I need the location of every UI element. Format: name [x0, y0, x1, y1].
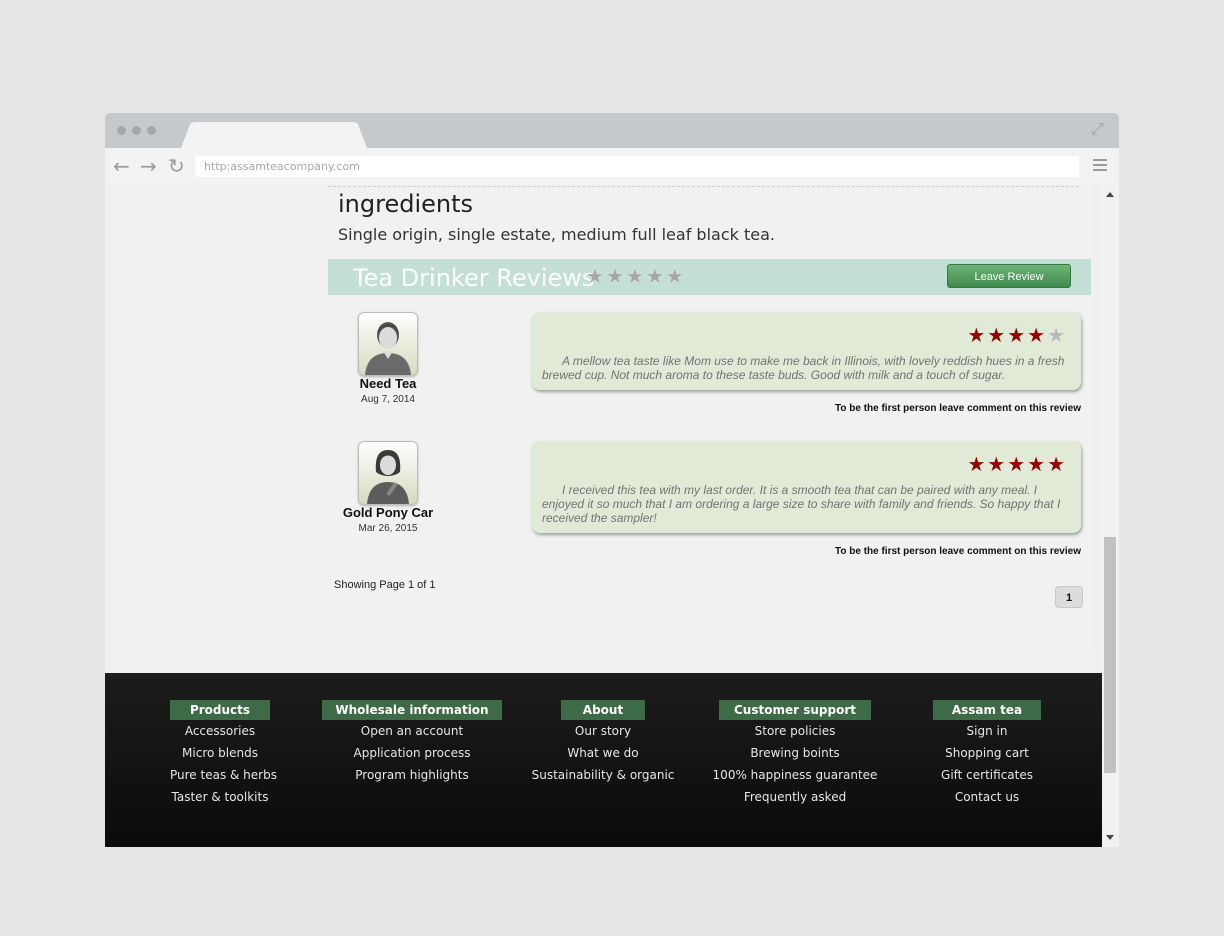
arrow-left-icon[interactable]: ← — [113, 156, 130, 176]
star-icon: ★ — [665, 264, 684, 288]
scroll-up-icon[interactable] — [1106, 192, 1114, 197]
vertical-scrollbar[interactable] — [1102, 184, 1119, 847]
star-icon: ★ — [1027, 323, 1046, 347]
footer-link[interactable]: Brewing boints — [710, 742, 880, 764]
review-bubble: ★ ★ ★ ★ ★ A mellow tea taste like Mom use to… — [532, 312, 1081, 390]
scrollbar-thumb[interactable] — [1104, 537, 1116, 773]
reviewer-name: Need Tea — [359, 376, 417, 391]
footer-heading: About — [561, 700, 645, 720]
footer-heading: Products — [170, 700, 270, 720]
comment-link[interactable]: To be the first person leave comment on … — [835, 403, 1081, 414]
address-bar[interactable]: http:assamteacompany.com — [195, 156, 1079, 177]
footer-link[interactable]: Open an account — [322, 720, 502, 742]
footer-link[interactable]: Taster & toolkits — [170, 786, 270, 808]
navigation-bar: ← → ↻ http:assamteacompany.com — [105, 148, 1119, 184]
browser-tab[interactable] — [181, 122, 367, 148]
footer-heading: Customer support — [719, 700, 871, 720]
male-user-icon — [358, 312, 418, 376]
footer-link[interactable]: Gift certificates — [927, 764, 1047, 786]
title-bar: ⤢ — [105, 113, 1119, 148]
female-user-icon — [358, 441, 418, 505]
page-1-button[interactable]: 1 — [1055, 586, 1083, 608]
footer-link[interactable]: What we do — [523, 742, 683, 764]
review-date: Aug 7, 2014 — [361, 394, 415, 405]
star-icon: ★ — [1007, 323, 1026, 347]
footer-link[interactable]: Application process — [322, 742, 502, 764]
review-rating: ★ ★ ★ ★ ★ — [967, 325, 1067, 347]
footer-heading: Assam tea — [933, 700, 1041, 720]
footer-heading: Wholesale information — [322, 700, 502, 720]
window-dot — [132, 126, 141, 135]
footer-link[interactable]: Pure teas & herbs — [170, 764, 277, 786]
footer-column-assam: Assam tea Sign in Shopping cart Gift cer… — [927, 700, 1047, 808]
site-footer: Products Accessories Micro blends Pure t… — [105, 673, 1102, 847]
footer-link[interactable]: Sign in — [927, 720, 1047, 742]
reload-icon[interactable]: ↻ — [168, 156, 185, 176]
star-icon: ★ — [1047, 452, 1065, 476]
footer-link[interactable]: Our story — [523, 720, 683, 742]
footer-link[interactable]: Micro blends — [170, 742, 270, 764]
star-icon: ★ — [1047, 323, 1065, 347]
star-icon: ★ — [1007, 452, 1026, 476]
review-bubble: ★ ★ ★ ★ ★ I received this tea with my last o… — [532, 441, 1081, 533]
window-dot — [117, 126, 126, 135]
star-icon: ★ — [987, 323, 1006, 347]
reviews-header: Tea Drinker Reviews ★ ★ ★ ★ ★ Leave Review — [328, 259, 1091, 295]
page-viewport: ingredients Single origin, single estate… — [105, 184, 1119, 847]
footer-link[interactable]: 100% happiness guarantee — [710, 764, 880, 786]
footer-column-wholesale: Wholesale information Open an account Ap… — [322, 700, 502, 786]
expand-icon[interactable]: ⤢ — [1091, 122, 1107, 138]
ingredients-text: Single origin, single estate, medium ful… — [338, 225, 775, 244]
star-icon: ★ — [987, 452, 1006, 476]
reviews-title: Tea Drinker Reviews — [353, 264, 595, 292]
star-icon: ★ — [967, 323, 986, 347]
star-icon: ★ — [586, 264, 604, 288]
reviewer-name: Gold Pony Car — [342, 505, 434, 520]
footer-column-support: Customer support Store policies Brewing … — [710, 700, 880, 808]
browser-window: ⤢ ← → ↻ http:assamteacompany.com ingredi… — [105, 113, 1119, 847]
review-text: A mellow tea taste like Mom use to make … — [542, 354, 1065, 382]
star-icon: ★ — [1027, 452, 1046, 476]
footer-link[interactable]: Sustainability & organic — [523, 764, 683, 786]
footer-link[interactable]: Program highlights — [322, 764, 502, 786]
review-text: I received this tea with my last order. … — [542, 483, 1061, 525]
arrow-right-icon[interactable]: → — [140, 156, 157, 176]
footer-link[interactable]: Contact us — [927, 786, 1047, 808]
footer-link[interactable]: Shopping cart — [927, 742, 1047, 764]
overall-rating: ★ ★ ★ ★ ★ — [586, 266, 686, 288]
product-content: ingredients Single origin, single estate… — [328, 184, 1091, 651]
ingredients-heading: ingredients — [338, 190, 474, 218]
footer-column-products: Products Accessories Micro blends Pure t… — [170, 700, 277, 808]
review-date: Mar 26, 2015 — [358, 523, 418, 534]
star-icon: ★ — [967, 452, 986, 476]
scroll-down-icon[interactable] — [1106, 835, 1114, 840]
footer-link[interactable]: Accessories — [170, 720, 270, 742]
divider — [328, 186, 1079, 187]
star-icon: ★ — [625, 264, 644, 288]
hamburger-icon[interactable] — [1093, 159, 1107, 174]
footer-column-about: About Our story What we do Sustainabilit… — [523, 700, 683, 786]
footer-link[interactable]: Store policies — [710, 720, 880, 742]
comment-link[interactable]: To be the first person leave comment on … — [835, 546, 1081, 557]
pagination-status: Showing Page 1 of 1 — [334, 579, 436, 591]
window-dot — [147, 126, 156, 135]
star-icon: ★ — [605, 264, 624, 288]
leave-review-button[interactable]: Leave Review — [947, 264, 1071, 288]
review-rating: ★ ★ ★ ★ ★ — [967, 454, 1067, 476]
footer-link[interactable]: Frequently asked — [710, 786, 880, 808]
star-icon: ★ — [645, 264, 664, 288]
